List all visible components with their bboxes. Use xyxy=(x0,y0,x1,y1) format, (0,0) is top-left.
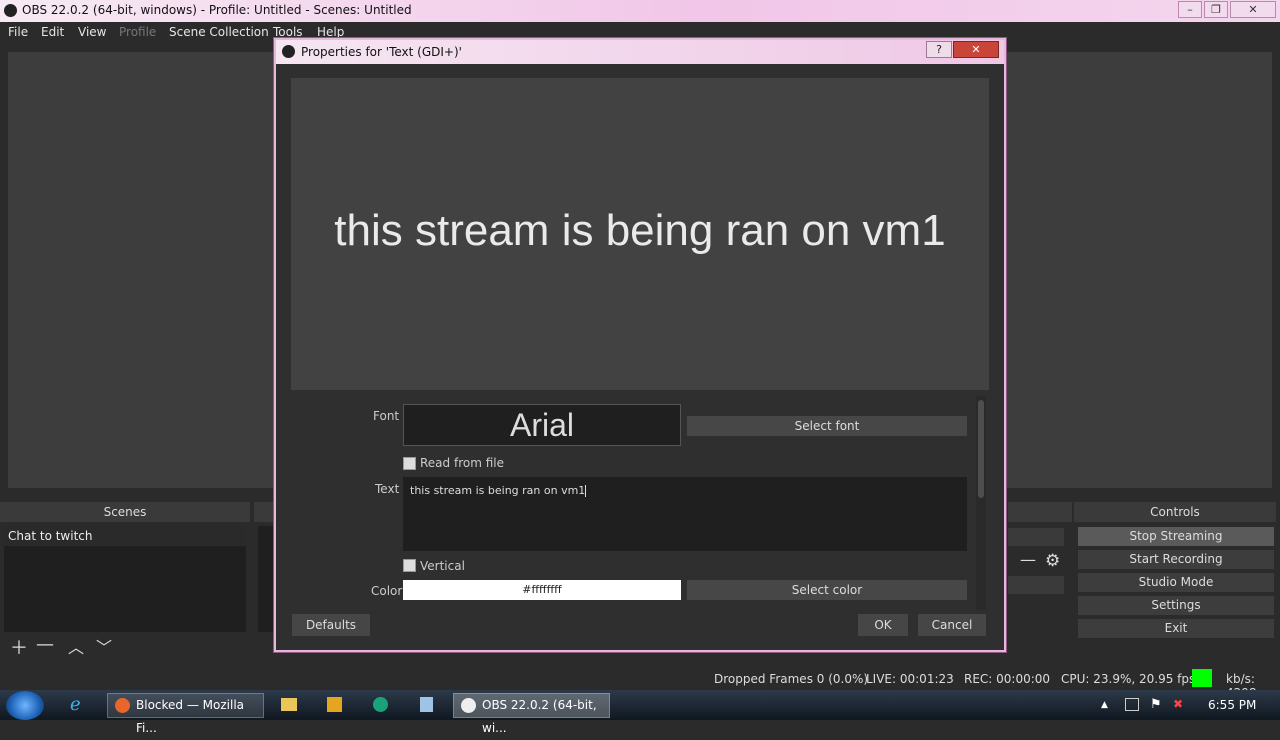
menu-scene-collection[interactable]: Scene Collection xyxy=(169,25,269,39)
taskbar-obs-label: OBS 22.0.2 (64-bit, wi... xyxy=(482,698,597,735)
defaults-button[interactable]: Defaults xyxy=(292,614,370,636)
menu-file[interactable]: File xyxy=(8,25,28,39)
properties-dialog: Properties for 'Text (GDI+)' ? ✕ this st… xyxy=(274,38,1006,652)
ok-button[interactable]: OK xyxy=(858,614,908,636)
duration-spinbox[interactable] xyxy=(1008,576,1064,594)
move-down-icon[interactable]: ﹀ xyxy=(96,634,112,658)
window-title: OBS 22.0.2 (64-bit, windows) - Profile: … xyxy=(22,3,412,17)
app-icon[interactable] xyxy=(373,697,388,712)
text-input[interactable]: this stream is being ran on vm1 xyxy=(403,477,967,551)
minimize-button[interactable]: – xyxy=(1178,1,1202,18)
obs-logo-icon xyxy=(282,45,295,58)
clock[interactable]: 6:55 PM xyxy=(1208,698,1256,712)
read-from-file-checkbox[interactable] xyxy=(403,457,416,470)
tray-network-icon[interactable] xyxy=(1125,698,1139,711)
tray-expand-icon[interactable]: ▲ xyxy=(1101,700,1108,710)
scene-item[interactable]: Chat to twitch xyxy=(4,526,246,546)
add-scene-icon[interactable]: ＋ xyxy=(10,634,28,660)
move-up-icon[interactable]: ︿ xyxy=(68,634,84,658)
dropped-frames: Dropped Frames 0 (0.0%) xyxy=(714,672,869,686)
tray-flag-icon[interactable]: ⚑ xyxy=(1150,697,1162,712)
text-preview: this stream is being ran on vm1 xyxy=(291,78,989,390)
obs-logo-icon xyxy=(4,4,17,17)
cpu-usage: CPU: 23.9%, 20.95 fps xyxy=(1061,672,1196,686)
menu-help[interactable]: Help xyxy=(317,25,344,39)
media-player-icon[interactable] xyxy=(327,697,342,712)
maximize-button[interactable]: ❐ xyxy=(1204,1,1228,18)
remove-scene-icon[interactable]: — xyxy=(36,634,54,655)
menu-view[interactable]: View xyxy=(78,25,106,39)
title-bar: OBS 22.0.2 (64-bit, windows) - Profile: … xyxy=(0,0,1280,22)
text-input-value: this stream is being ran on vm1 xyxy=(410,484,586,497)
rec-timer: REC: 00:00:00 xyxy=(964,672,1051,686)
dialog-title: Properties for 'Text (GDI+)' xyxy=(301,45,462,59)
notepad-icon[interactable] xyxy=(420,697,433,712)
studio-mode-button[interactable]: Studio Mode xyxy=(1078,573,1274,592)
taskbar-obs[interactable]: OBS 22.0.2 (64-bit, wi... xyxy=(453,693,610,735)
obs-logo-icon xyxy=(461,698,476,713)
preview-text: this stream is being ran on vm1 xyxy=(334,206,946,255)
internet-explorer-icon[interactable]: ℯ xyxy=(70,694,81,715)
start-recording-button[interactable]: Start Recording xyxy=(1078,550,1274,569)
controls-header: Controls xyxy=(1074,502,1276,522)
color-swatch: #ffffffff xyxy=(403,580,681,600)
tray-volume-muted-icon[interactable]: ✖ xyxy=(1173,697,1183,711)
remove-transition-icon[interactable]: — xyxy=(1020,550,1036,569)
font-name: Arial xyxy=(509,407,574,443)
font-label: Font xyxy=(373,409,400,423)
start-button[interactable] xyxy=(6,691,44,720)
form-scrollbar[interactable] xyxy=(976,396,986,610)
close-window-button[interactable]: ✕ xyxy=(1230,1,1276,18)
taskbar-firefox[interactable]: Blocked — Mozilla Fi... xyxy=(107,693,264,735)
close-dialog-button[interactable]: ✕ xyxy=(953,41,999,58)
menu-profile[interactable]: Profile xyxy=(119,25,156,39)
stream-health-indicator xyxy=(1192,669,1212,687)
scenes-toolbar: ＋ — ︿ ﹀ xyxy=(4,634,246,660)
select-font-button[interactable]: Select font xyxy=(687,416,967,436)
transitions-header xyxy=(1008,502,1072,522)
file-explorer-icon[interactable] xyxy=(281,698,297,711)
exit-button[interactable]: Exit xyxy=(1078,619,1274,638)
settings-button[interactable]: Settings xyxy=(1078,596,1274,615)
taskbar-firefox-label: Blocked — Mozilla Fi... xyxy=(136,698,245,735)
vertical-label: Vertical xyxy=(420,559,465,573)
vertical-checkbox[interactable] xyxy=(403,559,416,572)
text-label: Text xyxy=(375,482,400,496)
select-color-button[interactable]: Select color xyxy=(687,580,967,600)
stop-streaming-button[interactable]: Stop Streaming xyxy=(1078,527,1274,546)
scenes-header: Scenes xyxy=(0,502,250,522)
scenes-list[interactable]: Chat to twitch xyxy=(4,526,246,632)
gear-icon[interactable]: ⚙ xyxy=(1045,551,1060,571)
status-bar: Dropped Frames 0 (0.0%) LIVE: 00:01:23 R… xyxy=(0,666,1280,700)
cancel-button[interactable]: Cancel xyxy=(918,614,986,636)
scrollbar-thumb[interactable] xyxy=(978,400,984,498)
color-label: Color xyxy=(371,584,403,598)
menu-tools[interactable]: Tools xyxy=(273,25,303,39)
sources-header xyxy=(254,502,274,522)
dialog-title-bar: Properties for 'Text (GDI+)' ? ✕ xyxy=(276,40,1004,64)
read-from-file-label: Read from file xyxy=(420,456,504,470)
firefox-icon xyxy=(115,698,130,713)
menu-edit[interactable]: Edit xyxy=(41,25,64,39)
live-timer: LIVE: 00:01:23 xyxy=(866,672,954,686)
transition-combo[interactable] xyxy=(1008,528,1064,546)
help-button[interactable]: ? xyxy=(926,41,952,58)
text-cursor xyxy=(585,484,587,497)
font-display: Arial xyxy=(403,404,681,446)
sources-list[interactable] xyxy=(258,526,274,632)
